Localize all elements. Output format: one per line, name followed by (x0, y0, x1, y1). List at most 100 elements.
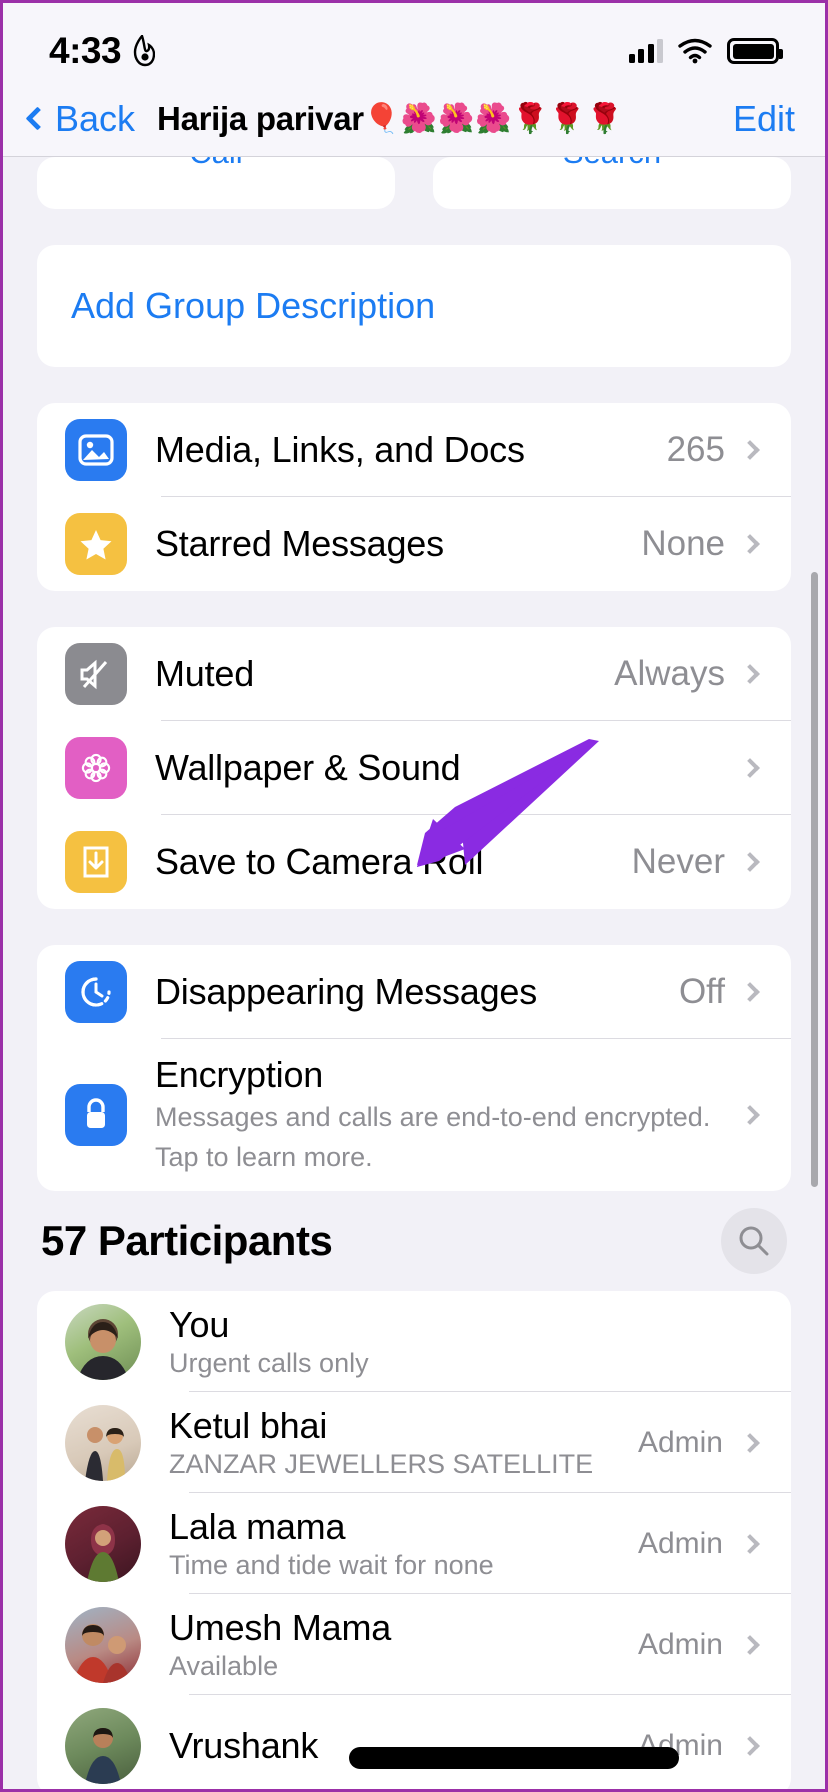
chevron-right-icon (740, 852, 760, 872)
back-button[interactable]: Back (25, 97, 136, 140)
page-title-emoji: 🎈🌺🌺🌺🌹🌹🌹 (363, 102, 624, 135)
encryption-row[interactable]: Encryption Messages and calls are end-to… (37, 1039, 791, 1191)
star-icon (65, 513, 127, 575)
avatar (65, 1303, 141, 1380)
encryption-subtitle-line1: Messages and calls are end-to-end encryp… (155, 1102, 711, 1133)
list-item[interactable]: Vrushank Admin (37, 1695, 791, 1789)
disappearing-messages-row[interactable]: Disappearing Messages Off (37, 945, 791, 1039)
battery-full-icon (727, 38, 783, 64)
disappearing-messages-value: Off (678, 972, 725, 1011)
add-group-description-label: Add Group Description (71, 285, 436, 326)
starred-messages-label: Starred Messages (155, 523, 444, 564)
chevron-right-icon (740, 534, 760, 554)
back-button-label: Back (55, 97, 136, 139)
wifi-icon (678, 38, 712, 64)
scroll-content[interactable]: Call Search Add Group Description (3, 157, 825, 1789)
redaction-bar (349, 1746, 679, 1769)
participants-list: You Urgent calls only Ketul bhai ZANZAR … (37, 1291, 791, 1789)
chevron-right-icon (740, 1105, 760, 1125)
muted-value: Always (614, 654, 725, 693)
media-links-docs-value: 265 (666, 430, 725, 469)
participant-role: Admin (637, 1526, 723, 1560)
muted-label: Muted (155, 653, 255, 694)
participant-text: Umesh Mama Available (169, 1607, 638, 1682)
avatar (65, 1707, 141, 1784)
flame-icon (133, 35, 156, 67)
participant-name: Umesh Mama (169, 1607, 392, 1648)
chevron-right-icon (740, 758, 760, 778)
call-button-label: Call (189, 157, 242, 171)
encryption-subtitle-line2: Tap to learn more. (155, 1142, 373, 1172)
wallpaper-sound-label: Wallpaper & Sound (155, 747, 461, 788)
chevron-right-icon (740, 1432, 760, 1453)
search-button[interactable]: Search (433, 157, 791, 209)
participants-header: 57 Participants (3, 1191, 825, 1291)
settings-group-media: Media, Links, and Docs 265 Starred Messa… (37, 403, 791, 591)
participant-status: Time and tide wait for none (169, 1550, 494, 1580)
disappearing-messages-label: Disappearing Messages (155, 971, 538, 1012)
settings-group-chat: Muted Always Wallpaper & Sound Save to C… (37, 627, 791, 909)
page-title: Harija parivar 🎈🌺🌺🌺🌹🌹🌹 (157, 100, 624, 138)
participant-name: Lala mama (169, 1506, 346, 1547)
participant-text: Vrushank (169, 1725, 679, 1769)
lock-icon (65, 1084, 127, 1146)
status-bar-indicators (628, 38, 783, 64)
status-bar: 4:33 (3, 3, 825, 81)
call-button[interactable]: Call (37, 157, 395, 209)
participants-search-button[interactable] (721, 1208, 787, 1274)
list-item[interactable]: You Urgent calls only (37, 1291, 791, 1392)
edit-button[interactable]: Edit (733, 98, 795, 140)
media-links-docs-label: Media, Links, and Docs (155, 429, 525, 470)
search-button-label: Search (563, 157, 661, 171)
settings-group-privacy: Disappearing Messages Off Encryption Mes… (37, 945, 791, 1191)
list-item[interactable]: Ketul bhai ZANZAR JEWELLERS SATELLITE Ad… (37, 1392, 791, 1493)
save-to-camera-roll-value: Never (631, 842, 725, 881)
flower-icon (65, 737, 127, 799)
participants-count-label: 57 Participants (41, 1217, 333, 1264)
starred-messages-value: None (641, 524, 725, 563)
avatar (65, 1505, 141, 1582)
vertical-scrollbar[interactable] (811, 572, 818, 1187)
chevron-right-icon (740, 982, 760, 1002)
speaker-slash-icon (65, 643, 127, 705)
chevron-left-icon (25, 106, 50, 131)
action-buttons-row: Call Search (3, 157, 825, 209)
encryption-label: Encryption (155, 1054, 324, 1096)
cellular-signal-icon (628, 39, 663, 63)
phone-screen: 4:33 Back Harija parivar 🎈🌺🌺🌺🌹🌹🌹 Edit Ad… (0, 0, 828, 1792)
navigation-bar: Back Harija parivar 🎈🌺🌺🌺🌹🌹🌹 Edit (3, 81, 825, 157)
status-bar-clock: 4:33 (49, 30, 156, 72)
participant-name: You (169, 1304, 230, 1345)
avatar (65, 1606, 141, 1683)
muted-row[interactable]: Muted Always (37, 627, 791, 721)
save-to-camera-roll-row[interactable]: Save to Camera Roll Never (37, 815, 791, 909)
participant-name: Ketul bhai (169, 1405, 328, 1446)
photo-icon (65, 419, 127, 481)
clock-time: 4:33 (49, 30, 122, 71)
search-icon (739, 1226, 769, 1256)
participant-text: You Urgent calls only (169, 1304, 743, 1379)
participant-text: Lala mama Time and tide wait for none (169, 1506, 638, 1581)
starred-messages-row[interactable]: Starred Messages None (37, 497, 791, 591)
participant-role: Admin (637, 1425, 723, 1459)
wallpaper-sound-row[interactable]: Wallpaper & Sound (37, 721, 791, 815)
chevron-right-icon (740, 1533, 760, 1554)
participant-text: Ketul bhai ZANZAR JEWELLERS SATELLITE (169, 1405, 638, 1480)
participant-status: ZANZAR JEWELLERS SATELLITE (169, 1449, 594, 1479)
page-title-text: Harija parivar (157, 99, 364, 137)
media-links-docs-row[interactable]: Media, Links, and Docs 265 (37, 403, 791, 497)
encryption-text: Encryption Messages and calls are end-to… (155, 1054, 743, 1176)
save-to-camera-roll-label: Save to Camera Roll (155, 841, 484, 882)
add-group-description-row[interactable]: Add Group Description (37, 245, 791, 367)
download-icon (65, 831, 127, 893)
chevron-right-icon (740, 1735, 760, 1756)
participant-status: Available (169, 1651, 279, 1681)
avatar (65, 1404, 141, 1481)
participant-status: Urgent calls only (169, 1348, 369, 1378)
chevron-right-icon (740, 1634, 760, 1655)
chevron-right-icon (740, 664, 760, 684)
timer-icon (65, 961, 127, 1023)
list-item[interactable]: Umesh Mama Available Admin (37, 1594, 791, 1695)
participant-role: Admin (637, 1627, 723, 1661)
list-item[interactable]: Lala mama Time and tide wait for none Ad… (37, 1493, 791, 1594)
